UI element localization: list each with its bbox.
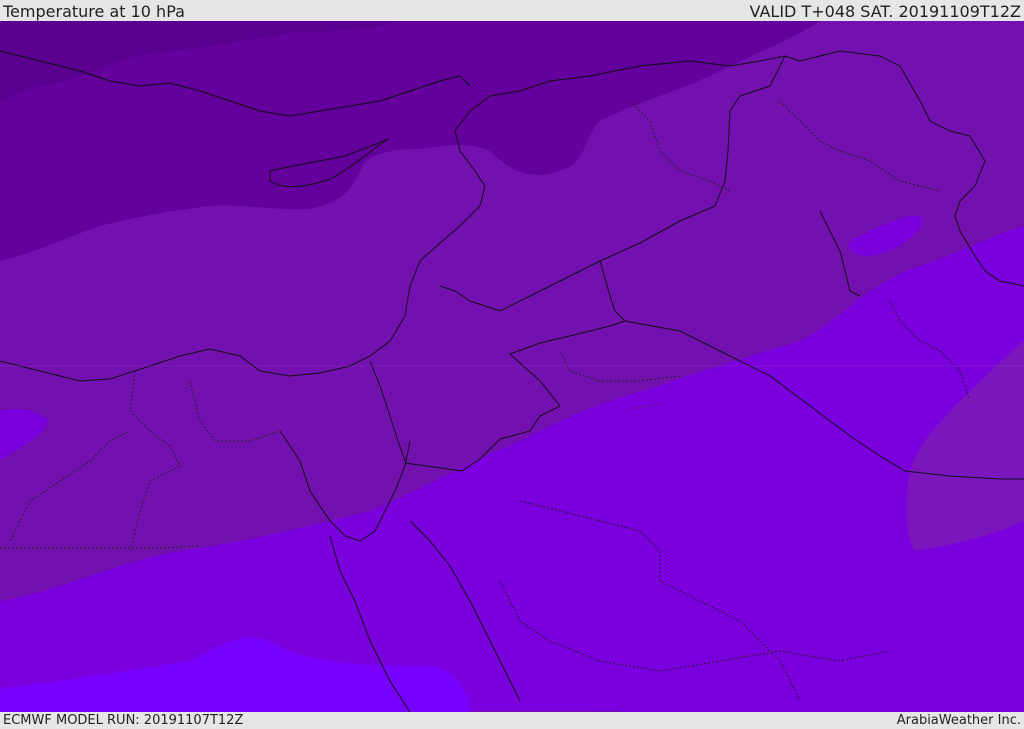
- model-run-label: ECMWF MODEL RUN: 20191107T12Z: [3, 713, 244, 728]
- map-footer: ECMWF MODEL RUN: 20191107T12Z ArabiaWeat…: [0, 712, 1024, 729]
- map-title: Temperature at 10 hPa: [3, 2, 185, 21]
- map-header: Temperature at 10 hPa VALID T+048 SAT. 2…: [0, 0, 1024, 21]
- valid-time: VALID T+048 SAT. 20191109T12Z: [749, 2, 1021, 21]
- map-canvas: [0, 21, 1024, 712]
- credit-label: ArabiaWeather Inc.: [896, 713, 1021, 728]
- weather-map[interactable]: [0, 21, 1024, 712]
